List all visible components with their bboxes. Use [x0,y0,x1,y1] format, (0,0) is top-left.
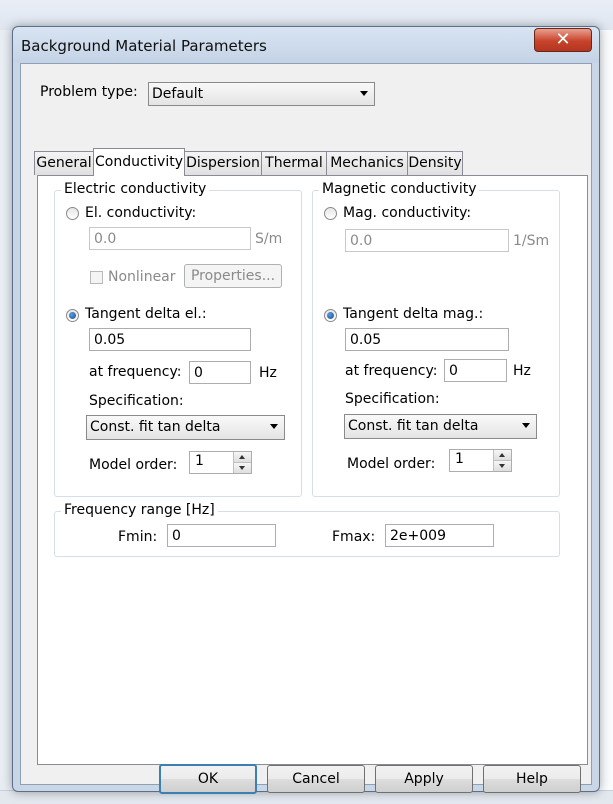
mag-frequency-label: at frequency: [345,363,438,379]
tab-thermal[interactable]: Thermal [261,151,327,175]
mag-model-order-spinner[interactable]: 1 [449,449,512,472]
el-specification-value: Const. fit tan delta [90,419,221,435]
problem-type-select[interactable]: Default [148,82,375,106]
spinner-buttons [233,452,251,473]
chevron-down-icon [270,424,278,429]
cancel-button-label: Cancel [292,771,340,787]
background-material-dialog: Background Material Parameters ✕ Problem… [12,26,600,794]
nonlinear-label: Nonlinear [108,269,176,285]
tab-conductivity[interactable]: Conductivity [93,148,185,176]
cancel-button[interactable]: Cancel [267,765,365,793]
problem-type-value: Default [152,86,204,102]
chevron-down-icon [360,91,368,96]
tangent-delta-mag-radio[interactable] [324,309,337,322]
problem-type-label: Problem type: [40,84,138,100]
mag-conductivity-radio[interactable] [324,207,337,220]
dialog-client-area: Problem type: Default General Conductivi… [20,63,592,794]
frequency-range-group: Frequency range [Hz] Fmin: Fmax: [54,502,560,557]
el-specification-select[interactable]: Const. fit tan delta [86,415,285,440]
el-frequency-unit: Hz [259,365,277,381]
tangent-delta-mag-label: Tangent delta mag.: [343,306,484,322]
frequency-range-title: Frequency range [Hz] [61,502,218,518]
nonlinear-checkbox[interactable] [90,271,103,284]
tab-general[interactable]: General [34,151,94,175]
tab-label: Conductivity [95,154,183,170]
tab-label: Dispersion [186,155,260,171]
ok-button-label: OK [197,771,219,787]
tab-label: Thermal [265,155,323,171]
dialog-titlebar[interactable]: Background Material Parameters ✕ [13,27,599,63]
background-left-panel [0,30,12,803]
tab-label: Density [408,155,462,171]
el-model-order-label: Model order: [89,457,178,473]
spinner-up-icon[interactable] [494,450,511,461]
chevron-down-icon [522,423,530,428]
mag-specification-select[interactable]: Const. fit tan delta [344,414,537,439]
mag-frequency-input[interactable] [444,359,507,382]
mag-specification-value: Const. fit tan delta [348,418,479,434]
magnetic-group-title: Magnetic conductivity [319,181,480,197]
mag-specification-label: Specification: [345,391,440,407]
spinner-up-icon[interactable] [234,452,251,463]
tab-dispersion[interactable]: Dispersion [184,151,262,175]
electric-conductivity-group: Electric conductivity El. conductivity: … [54,181,302,497]
el-conductivity-label: El. conductivity: [85,205,197,221]
el-model-order-spinner[interactable]: 1 [189,451,252,474]
el-frequency-label: at frequency: [89,364,182,380]
el-specification-label: Specification: [89,393,184,409]
close-button[interactable]: ✕ [534,28,592,52]
tab-label: Mechanics [330,155,404,171]
magnetic-conductivity-group: Magnetic conductivity Mag. conductivity:… [312,181,560,497]
spinner-down-icon[interactable] [494,461,511,471]
properties-button[interactable]: Properties... [184,264,282,288]
background-right-panel [598,30,613,803]
properties-button-label: Properties... [190,268,276,284]
tangent-delta-el-radio[interactable] [66,309,79,322]
tab-density[interactable]: Density [407,151,463,175]
conductivity-tab-panel: Electric conductivity El. conductivity: … [37,175,588,765]
help-button-label: Help [516,771,548,787]
dialog-title: Background Material Parameters [21,37,267,55]
el-conductivity-input[interactable] [89,227,251,250]
mag-conductivity-unit: 1/Sm [513,233,550,249]
spinner-buttons [493,450,511,471]
el-conductivity-radio[interactable] [66,207,79,220]
fmax-label: Fmax: [332,529,376,545]
apply-button-label: Apply [404,771,444,787]
el-frequency-input[interactable] [189,361,251,384]
mag-frequency-unit: Hz [513,363,531,379]
spinner-down-icon[interactable] [234,463,251,473]
apply-button[interactable]: Apply [375,765,473,793]
mag-conductivity-input[interactable] [345,229,509,252]
electric-group-title: Electric conductivity [61,181,210,197]
ok-button[interactable]: OK [159,764,257,794]
mag-conductivity-label: Mag. conductivity: [343,205,472,221]
close-icon: ✕ [555,29,571,50]
mag-model-order-value: 1 [455,451,464,467]
fmax-input[interactable] [385,524,494,547]
tangent-delta-mag-input[interactable] [345,328,509,351]
fmin-input[interactable] [167,524,276,547]
el-model-order-value: 1 [195,453,204,469]
tab-mechanics[interactable]: Mechanics [326,151,408,175]
tangent-delta-el-input[interactable] [89,328,251,351]
mag-model-order-label: Model order: [347,456,436,472]
fmin-label: Fmin: [118,529,158,545]
tab-label: General [36,155,92,171]
el-conductivity-unit: S/m [255,231,283,247]
tangent-delta-el-label: Tangent delta el.: [85,306,207,322]
help-button[interactable]: Help [483,765,581,793]
